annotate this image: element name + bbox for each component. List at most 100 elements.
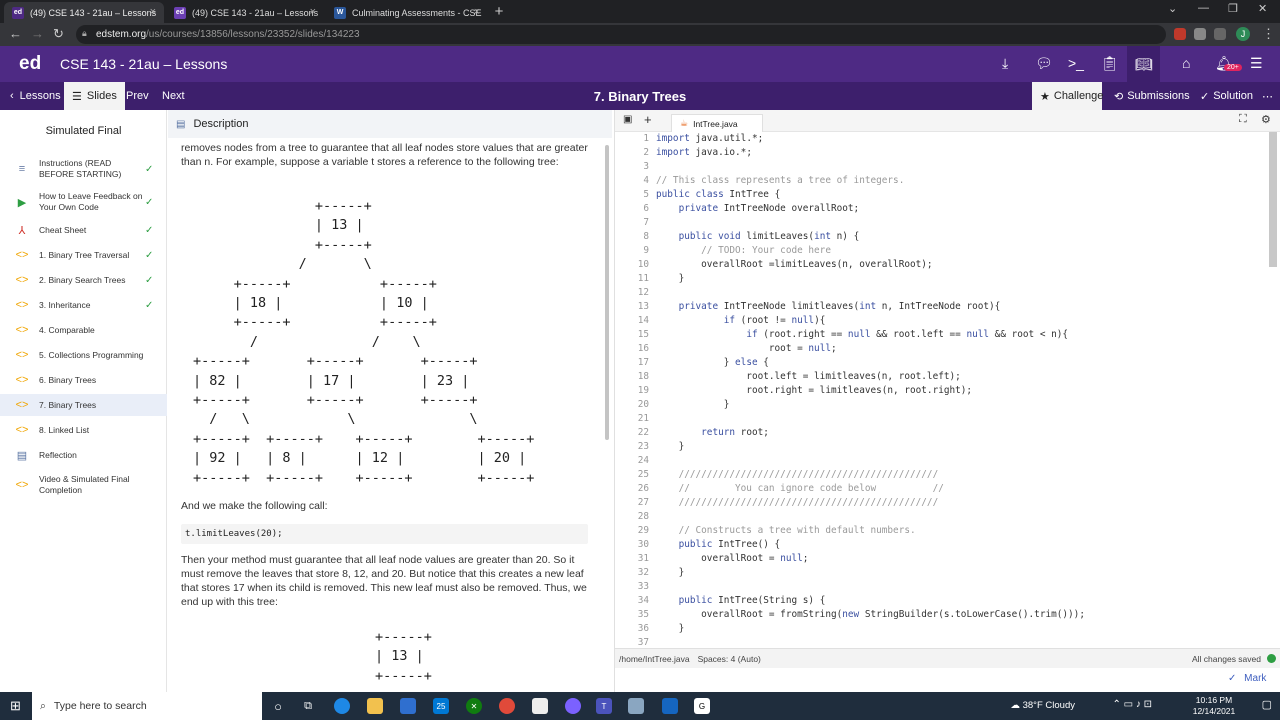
mark-button[interactable]: ✓ Mark bbox=[1228, 673, 1266, 684]
notepad-icon[interactable] bbox=[532, 698, 548, 714]
extension-icon[interactable] bbox=[1194, 28, 1206, 40]
close-window-icon[interactable]: ✕ bbox=[1258, 2, 1267, 15]
code-text: public void limitLeaves(int n) { bbox=[678, 231, 860, 242]
terminal-icon[interactable]: >_ bbox=[1068, 55, 1084, 71]
account-menu-icon[interactable]: ☰ bbox=[1250, 55, 1263, 72]
sidebar-item-instructions[interactable]: ≡ Instructions (READ BEFORE STARTING) ✓ bbox=[0, 155, 167, 183]
close-tab-icon[interactable]: × bbox=[474, 6, 480, 18]
status-indentation[interactable]: Spaces: 4 (Auto) bbox=[698, 654, 761, 664]
sidebar-item-collections-programming[interactable]: <> 5. Collections Programming bbox=[0, 347, 167, 363]
discord-icon[interactable] bbox=[565, 698, 581, 714]
terminal-toggle-icon[interactable]: ▣ bbox=[623, 114, 632, 125]
teams-icon[interactable]: T bbox=[596, 698, 612, 714]
home-icon[interactable]: ⌂ bbox=[1182, 55, 1190, 71]
sidebar-item-comparable[interactable]: <> 4. Comparable bbox=[0, 322, 167, 338]
code-text: overallRoot =limitLeaves(n, overallRoot)… bbox=[656, 259, 933, 270]
sidebar-item-binary-tree-traversal[interactable]: <> 1. Binary Tree Traversal ✓ bbox=[0, 247, 167, 263]
file-tab[interactable]: ☕︎ IntTree.java bbox=[671, 114, 763, 132]
minimize-icon[interactable]: — bbox=[1198, 2, 1209, 14]
extension-icon[interactable] bbox=[1174, 28, 1186, 40]
browser-tab-title: (49) CSE 143 - 21au – Lessons bbox=[30, 7, 157, 18]
extensions-puzzle-icon[interactable] bbox=[1214, 28, 1226, 40]
line-number: 13 bbox=[637, 301, 649, 312]
tab-search-icon[interactable]: ⌄ bbox=[1168, 2, 1177, 15]
browser-menu-icon[interactable]: ⋮ bbox=[1262, 26, 1275, 42]
mark-bar: ✓ Mark bbox=[615, 668, 1280, 692]
browser-tab-3[interactable]: W Culminating Assessments - CSE × bbox=[326, 2, 488, 23]
edge-icon[interactable] bbox=[334, 698, 350, 714]
new-file-icon[interactable]: + bbox=[644, 112, 652, 127]
submissions-tab[interactable]: ⟲ Submissions bbox=[1106, 82, 1198, 110]
tray-icons[interactable]: ⌃ ▭ ♪ ⊡ bbox=[1112, 699, 1152, 710]
line-number: 9 bbox=[643, 245, 649, 256]
reload-icon[interactable]: ↻ bbox=[53, 26, 64, 42]
chrome-icon[interactable] bbox=[499, 698, 515, 714]
clock[interactable]: 10:16 PM 12/14/2021 bbox=[1184, 695, 1244, 717]
windows-start-icon[interactable]: ⊞ bbox=[10, 698, 21, 714]
check-icon: ✓ bbox=[1228, 673, 1237, 684]
mail-icon[interactable]: 25 bbox=[433, 698, 449, 714]
lesson-sidebar: Simulated Final ≡ Instructions (READ BEF… bbox=[0, 110, 167, 692]
xbox-icon[interactable]: ✕ bbox=[466, 698, 482, 714]
sidebar-item-binary-trees-7[interactable]: <> 7. Binary Trees bbox=[0, 394, 167, 416]
solution-tab[interactable]: ✓ Solution bbox=[1192, 82, 1261, 110]
file-explorer-icon[interactable] bbox=[367, 698, 383, 714]
prev-button[interactable]: Prev bbox=[118, 82, 157, 110]
sidebar-item-inheritance[interactable]: <> 3. Inheritance ✓ bbox=[0, 297, 167, 313]
close-tab-icon[interactable]: × bbox=[150, 6, 156, 18]
slides-button[interactable]: ☰ Slides bbox=[64, 82, 125, 110]
app-icon[interactable] bbox=[662, 698, 678, 714]
line-number: 8 bbox=[643, 231, 649, 242]
clipboard-icon[interactable]: 📋︎ bbox=[1101, 55, 1119, 72]
new-tab-icon[interactable]: + bbox=[490, 3, 508, 20]
sidebar-item-video-completion[interactable]: <> Video & Simulated Final Completion bbox=[0, 471, 167, 499]
code-text: import java.util.*; bbox=[656, 133, 764, 144]
action-center-icon[interactable]: ▢ bbox=[1262, 698, 1272, 711]
editor-scrollbar[interactable] bbox=[1269, 132, 1277, 267]
cortana-icon[interactable]: ○ bbox=[270, 698, 286, 714]
sidebar-item-binary-search-trees[interactable]: <> 2. Binary Search Trees ✓ bbox=[0, 272, 167, 288]
store-icon[interactable] bbox=[400, 698, 416, 714]
sidebar-item-reflection[interactable]: ▤ Reflection bbox=[0, 447, 167, 463]
forward-icon[interactable]: → bbox=[31, 26, 44, 41]
sidebar-item-feedback[interactable]: ▶ How to Leave Feedback on Your Own Code… bbox=[0, 188, 167, 216]
description-paragraph: Then your method must guarantee that all… bbox=[181, 554, 587, 608]
settings-gear-icon[interactable]: ⚙ bbox=[1261, 113, 1271, 126]
ed-logo[interactable]: ed bbox=[19, 53, 41, 75]
sidebar-item-binary-trees-6[interactable]: <> 6. Binary Trees bbox=[0, 372, 167, 388]
restore-icon[interactable]: ❐ bbox=[1228, 2, 1238, 15]
taskbar-search[interactable]: ⌕ Type here to search bbox=[32, 692, 262, 720]
document-icon: ≡ bbox=[18, 163, 26, 175]
app-icon[interactable] bbox=[628, 698, 644, 714]
sidebar-item-cheat-sheet[interactable]: ⅄ Cheat Sheet ✓ bbox=[0, 222, 167, 238]
lessons-button-label: Lessons bbox=[19, 90, 61, 102]
task-view-icon[interactable]: ⧉ bbox=[300, 698, 316, 714]
code-area[interactable]: 1 import java.util.*; 2 import java.io.*; 3 4… bbox=[615, 133, 1275, 648]
github-icon[interactable]: G bbox=[694, 698, 710, 714]
description-scrollbar[interactable] bbox=[605, 145, 609, 440]
profile-avatar[interactable]: J bbox=[1236, 27, 1250, 41]
close-tab-icon[interactable]: × bbox=[310, 6, 316, 18]
code-text: if (root != null){ bbox=[723, 315, 826, 326]
lessons-button[interactable]: ‹ Lessons bbox=[2, 82, 69, 110]
discussion-icon[interactable]: 💬︎ bbox=[1035, 55, 1053, 72]
expand-icon[interactable]: ⛶ bbox=[1239, 113, 1247, 126]
weather-widget[interactable]: ☁ 38°F Cloudy bbox=[1010, 700, 1075, 711]
download-icon[interactable]: ⤓ bbox=[1002, 55, 1008, 72]
more-options-icon[interactable]: ⋯ bbox=[1254, 82, 1280, 110]
line-number: 18 bbox=[637, 371, 649, 382]
back-icon[interactable]: ← bbox=[9, 26, 22, 41]
lessons-book-icon[interactable]: 📖︎ bbox=[1127, 46, 1160, 82]
browser-tab-2[interactable]: ed (49) CSE 143 - 21au – Lessons × bbox=[166, 2, 324, 23]
description-paragraph: And we make the following call: bbox=[181, 500, 328, 512]
address-bar[interactable]: 🔒︎ edstem.org/us/courses/13856/lessons/2… bbox=[76, 25, 1166, 44]
editor-tab-bar: ▣ + ☕︎ IntTree.java ⛶ ⚙ bbox=[615, 110, 1280, 132]
sidebar-item-linked-list[interactable]: <> 8. Linked List bbox=[0, 422, 167, 438]
browser-tab-1[interactable]: ed (49) CSE 143 - 21au – Lessons × bbox=[4, 2, 164, 23]
line-number: 36 bbox=[637, 623, 649, 634]
line-number: 16 bbox=[637, 343, 649, 354]
line-number: 25 bbox=[637, 469, 649, 480]
challenge-tab[interactable]: ★ Challenge bbox=[1032, 82, 1103, 110]
ed-header: ed CSE 143 - 21au – Lessons ⤓ 💬︎ >_ 📋︎ 📖… bbox=[0, 46, 1280, 82]
next-button[interactable]: Next bbox=[154, 82, 193, 110]
